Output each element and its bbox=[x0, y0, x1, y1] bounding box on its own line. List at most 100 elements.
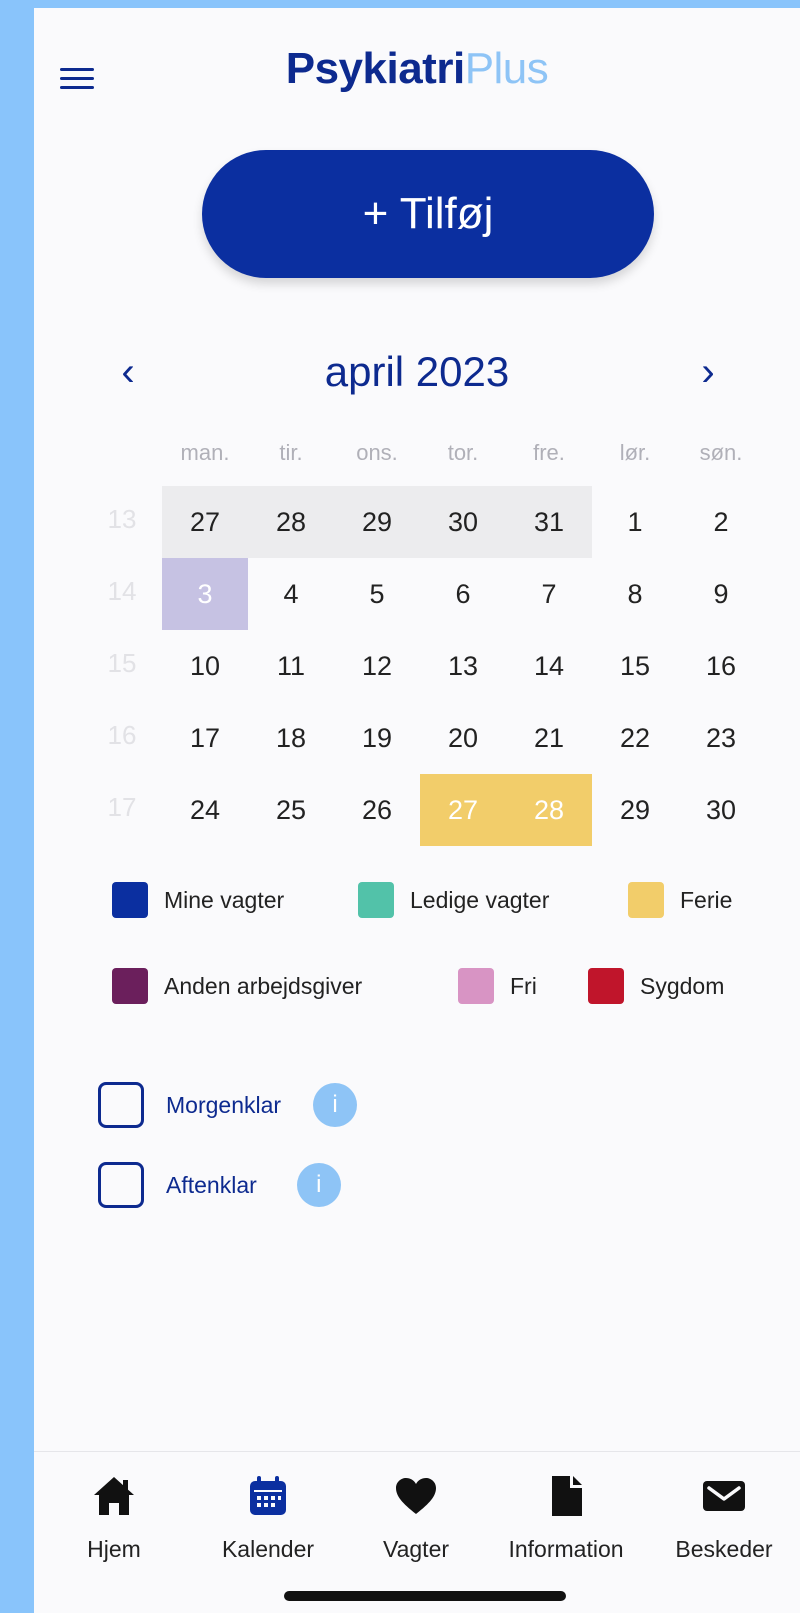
calendar-day[interactable]: 21 bbox=[506, 702, 592, 774]
calendar-day[interactable]: 18 bbox=[248, 702, 334, 774]
morgenklar-info-icon[interactable]: i bbox=[313, 1083, 358, 1127]
nav-label: Hjem bbox=[87, 1536, 141, 1562]
month-title: april 2023 bbox=[324, 348, 510, 395]
legend-label: Anden arbejdsgiver bbox=[164, 972, 363, 999]
weekday-tue: tir. bbox=[279, 440, 303, 465]
aftenklar-info-icon[interactable]: i bbox=[296, 1163, 341, 1207]
calendar-day[interactable]: 28 bbox=[248, 486, 334, 558]
legend-label: Sygdom bbox=[640, 972, 725, 999]
calendar-day[interactable]: 6 bbox=[420, 558, 506, 630]
legend-swatch bbox=[458, 968, 494, 1004]
bottom-navigation: Hjem Kalender Vagter Information Beskede… bbox=[34, 1451, 800, 1613]
nav-item-hjem[interactable]: Hjem bbox=[44, 1474, 184, 1563]
legend-swatch bbox=[358, 882, 394, 918]
nav-item-vagter[interactable]: Vagter bbox=[346, 1474, 486, 1563]
calendar-day[interactable]: 16 bbox=[678, 630, 764, 702]
legend-item-ledige-vagter: Ledige vagter bbox=[358, 882, 549, 918]
morgenklar-checkbox[interactable] bbox=[98, 1082, 144, 1128]
weekday-wed: ons. bbox=[356, 440, 398, 465]
calendar-day-vacation[interactable]: 28 bbox=[506, 774, 592, 846]
document-icon bbox=[496, 1474, 636, 1518]
calendar-day[interactable]: 15 bbox=[592, 630, 678, 702]
calendar-icon bbox=[198, 1474, 338, 1518]
nav-label: Kalender bbox=[221, 1536, 315, 1562]
calendar-day[interactable]: 7 bbox=[506, 558, 592, 630]
calendar-day[interactable]: 26 bbox=[334, 774, 420, 846]
app-logo: PsykiatriPlus bbox=[34, 44, 800, 94]
aftenklar-row: Aftenklar i bbox=[98, 1162, 341, 1208]
legend-swatch bbox=[588, 968, 624, 1004]
calendar-day[interactable]: 9 bbox=[678, 558, 764, 630]
aftenklar-checkbox[interactable] bbox=[98, 1162, 144, 1208]
week-number: 13 bbox=[107, 504, 137, 534]
calendar-week: 16 17 18 19 20 21 22 23 bbox=[34, 702, 800, 774]
legend-swatch bbox=[112, 968, 148, 1004]
legend-label: Fri bbox=[510, 972, 537, 999]
calendar-day-selected[interactable]: 3 bbox=[162, 558, 248, 630]
calendar-day[interactable]: 8 bbox=[592, 558, 678, 630]
calendar-day[interactable]: 4 bbox=[248, 558, 334, 630]
nav-item-information[interactable]: Information bbox=[496, 1474, 636, 1563]
nav-item-kalender[interactable]: Kalender bbox=[198, 1474, 338, 1563]
calendar-day[interactable]: 1 bbox=[592, 486, 678, 558]
legend-label: Ferie bbox=[680, 886, 733, 913]
calendar-day[interactable]: 20 bbox=[420, 702, 506, 774]
calendar-day[interactable]: 2 bbox=[678, 486, 764, 558]
nav-label: Beskeder bbox=[675, 1536, 773, 1562]
calendar-week: 15 10 11 12 13 14 15 16 bbox=[34, 630, 800, 702]
nav-label: Vagter bbox=[382, 1536, 450, 1562]
legend-label: Mine vagter bbox=[164, 886, 285, 913]
morgenklar-row: Morgenklar i bbox=[98, 1082, 358, 1128]
calendar-day[interactable]: 25 bbox=[248, 774, 334, 846]
legend-swatch bbox=[628, 882, 664, 918]
aftenklar-label: Aftenklar bbox=[166, 1171, 257, 1198]
home-icon bbox=[44, 1474, 184, 1518]
nav-item-beskeder[interactable]: Beskeder bbox=[654, 1474, 794, 1563]
weekday-header: man. tir. ons. tor. fre. lør. søn. bbox=[34, 440, 800, 470]
logo-text-primary: Psykiatri bbox=[285, 44, 465, 93]
calendar-day[interactable]: 10 bbox=[162, 630, 248, 702]
add-button-label: + Tilføj bbox=[362, 189, 494, 238]
calendar-week: 17 24 25 26 27 28 29 30 bbox=[34, 774, 800, 846]
weekday-sat: lør. bbox=[619, 440, 651, 465]
calendar-day[interactable]: 23 bbox=[678, 702, 764, 774]
legend-label: Ledige vagter bbox=[410, 886, 550, 913]
week-number: 14 bbox=[107, 576, 137, 606]
calendar-day[interactable]: 29 bbox=[334, 486, 420, 558]
calendar-day[interactable]: 17 bbox=[162, 702, 248, 774]
logo-text-secondary: Plus bbox=[464, 44, 549, 93]
calendar-week: 13 27 28 29 30 31 1 2 bbox=[34, 486, 800, 558]
heart-icon bbox=[346, 1474, 486, 1518]
morgenklar-label: Morgenklar bbox=[166, 1091, 282, 1118]
calendar-day[interactable]: 14 bbox=[506, 630, 592, 702]
next-month-icon[interactable]: › bbox=[688, 352, 728, 392]
legend-item-ferie: Ferie bbox=[628, 882, 732, 918]
week-number: 16 bbox=[107, 720, 137, 750]
legend-swatch bbox=[112, 882, 148, 918]
mail-icon bbox=[654, 1474, 794, 1518]
calendar-day[interactable]: 24 bbox=[162, 774, 248, 846]
calendar-day[interactable]: 31 bbox=[506, 486, 592, 558]
legend-item-sygdom: Sygdom bbox=[588, 968, 724, 1004]
calendar-day[interactable]: 29 bbox=[592, 774, 678, 846]
week-number: 17 bbox=[107, 792, 137, 822]
calendar-day[interactable]: 22 bbox=[592, 702, 678, 774]
weekday-thu: tor. bbox=[447, 440, 479, 465]
calendar-day[interactable]: 30 bbox=[420, 486, 506, 558]
calendar-day[interactable]: 27 bbox=[162, 486, 248, 558]
calendar-week: 14 3 4 5 6 7 8 9 bbox=[34, 558, 800, 630]
calendar-day[interactable]: 5 bbox=[334, 558, 420, 630]
background-strip bbox=[0, 0, 800, 8]
calendar-day[interactable]: 30 bbox=[678, 774, 764, 846]
calendar-day[interactable]: 11 bbox=[248, 630, 334, 702]
nav-label: Information bbox=[508, 1536, 624, 1562]
legend-item-fri: Fri bbox=[458, 968, 537, 1004]
add-button[interactable]: + Tilføj bbox=[202, 150, 654, 278]
weekday-mon: man. bbox=[180, 440, 230, 465]
calendar-day[interactable]: 19 bbox=[334, 702, 420, 774]
week-number: 15 bbox=[107, 648, 137, 678]
calendar-day[interactable]: 13 bbox=[420, 630, 506, 702]
calendar-day[interactable]: 12 bbox=[334, 630, 420, 702]
month-navigation: ‹ april 2023 › bbox=[34, 348, 800, 408]
calendar-day-vacation[interactable]: 27 bbox=[420, 774, 506, 846]
